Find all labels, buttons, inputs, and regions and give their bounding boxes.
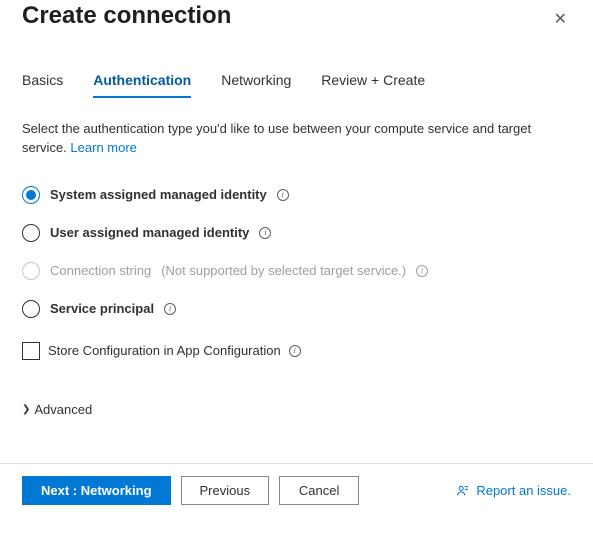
next-button[interactable]: Next : Networking <box>22 476 171 505</box>
feedback-icon <box>456 484 470 498</box>
info-icon[interactable]: i <box>289 345 301 357</box>
previous-button[interactable]: Previous <box>181 476 270 505</box>
radio-label: User assigned managed identity <box>50 225 249 240</box>
chevron-right-icon: ❯ <box>22 404 30 415</box>
radio-label: Connection string <box>50 263 151 278</box>
tab-review-create[interactable]: Review + Create <box>321 66 425 98</box>
radio-icon <box>22 224 40 242</box>
report-issue-link[interactable]: Report an issue. <box>456 483 571 498</box>
info-icon[interactable]: i <box>259 227 271 239</box>
page-title: Create connection <box>22 2 231 30</box>
cancel-button[interactable]: Cancel <box>279 476 359 505</box>
radio-system-identity[interactable]: System assigned managed identity i <box>22 186 571 204</box>
info-icon[interactable]: i <box>416 265 428 277</box>
advanced-toggle[interactable]: ❯ Advanced <box>22 402 571 417</box>
radio-hint: (Not supported by selected target servic… <box>161 263 406 278</box>
store-config-row[interactable]: Store Configuration in App Configuration… <box>22 342 571 360</box>
auth-type-group: System assigned managed identity i User … <box>22 186 571 318</box>
tab-networking[interactable]: Networking <box>221 66 291 98</box>
checkbox-icon[interactable] <box>22 342 40 360</box>
tab-bar: Basics Authentication Networking Review … <box>22 66 571 98</box>
description-text: Select the authentication type you'd lik… <box>22 120 571 158</box>
close-icon[interactable]: ✕ <box>550 8 571 32</box>
tab-basics[interactable]: Basics <box>22 66 63 98</box>
report-issue-label: Report an issue. <box>476 483 571 498</box>
radio-service-principal[interactable]: Service principal i <box>22 300 571 318</box>
info-icon[interactable]: i <box>277 189 289 201</box>
radio-label: Service principal <box>50 301 154 316</box>
advanced-label: Advanced <box>34 402 92 417</box>
radio-icon <box>22 186 40 204</box>
footer-bar: Next : Networking Previous Cancel Report… <box>0 463 593 505</box>
tab-authentication[interactable]: Authentication <box>93 66 191 98</box>
store-config-label: Store Configuration in App Configuration <box>48 343 281 358</box>
radio-connection-string: Connection string (Not supported by selec… <box>22 262 571 280</box>
info-icon[interactable]: i <box>164 303 176 315</box>
radio-user-identity[interactable]: User assigned managed identity i <box>22 224 571 242</box>
radio-icon <box>22 262 40 280</box>
radio-icon <box>22 300 40 318</box>
learn-more-link[interactable]: Learn more <box>70 140 136 155</box>
radio-label: System assigned managed identity <box>50 187 267 202</box>
